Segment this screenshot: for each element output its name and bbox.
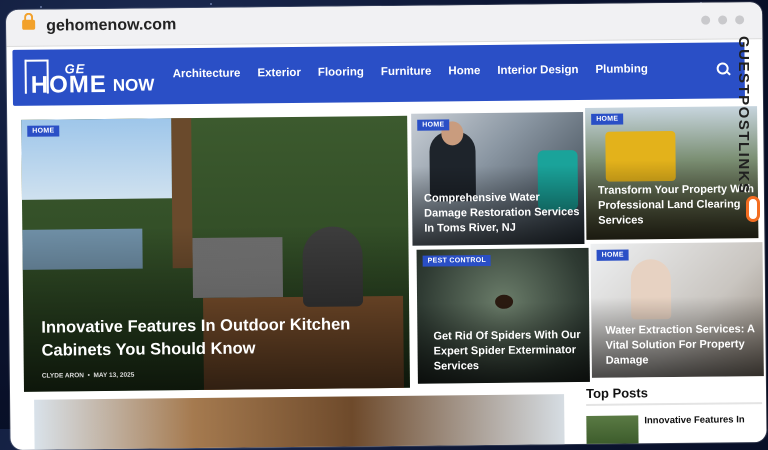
nav-item-interior-design[interactable]: Interior Design xyxy=(497,64,578,77)
nav-item-furniture[interactable]: Furniture xyxy=(381,66,432,79)
watermark-text: GUESTPOSTLINKS xyxy=(735,36,752,195)
window-controls xyxy=(701,15,745,25)
window-dot-icon[interactable] xyxy=(718,15,728,25)
article-author[interactable]: CLYDE ARON xyxy=(42,372,84,379)
browser-window: gehomenow.com GE HOME NOW Architecture E… xyxy=(6,2,767,450)
lock-icon xyxy=(22,19,36,30)
category-badge[interactable]: HOME xyxy=(27,125,60,137)
address-bar[interactable]: gehomenow.com xyxy=(46,16,176,35)
article-title[interactable]: Transform Your Property With Professiona… xyxy=(598,182,756,228)
window-dot-icon[interactable] xyxy=(735,15,745,25)
logo-now-text: NOW xyxy=(112,75,155,95)
category-badge[interactable]: HOME xyxy=(596,249,629,261)
article-card[interactable]: PEST CONTROL Get Rid Of Spiders With Our… xyxy=(416,247,590,384)
top-post-title[interactable]: Innovative Features In xyxy=(644,414,744,426)
browser-toolbar: gehomenow.com xyxy=(6,2,763,47)
divider xyxy=(586,402,763,406)
window-dot-icon[interactable] xyxy=(701,15,711,25)
article-title[interactable]: Comprehensive Water Damage Restoration S… xyxy=(424,190,580,236)
category-badge[interactable]: HOME xyxy=(591,113,624,125)
main-nav: Architecture Exterior Flooring Furniture… xyxy=(173,63,648,80)
featured-article[interactable]: HOME Innovative Features In Outdoor Kitc… xyxy=(21,115,410,392)
nav-item-home[interactable]: Home xyxy=(448,65,480,77)
site-header: GE HOME NOW Architecture Exterior Floori… xyxy=(12,42,745,106)
article-title[interactable]: Innovative Features In Outdoor Kitchen C… xyxy=(41,314,381,362)
nav-item-architecture[interactable]: Architecture xyxy=(173,68,241,81)
top-posts-heading: Top Posts xyxy=(585,385,648,401)
article-date: MAY 13, 2025 xyxy=(93,371,135,380)
watermark-logo-icon xyxy=(746,196,760,222)
nav-item-exterior[interactable]: Exterior xyxy=(257,67,301,79)
article-meta: CLYDE ARON • MAY 13, 2025 xyxy=(41,371,135,380)
article-image[interactable] xyxy=(34,394,565,450)
top-post-thumbnail[interactable] xyxy=(586,415,639,446)
article-card[interactable]: HOME Water Extraction Services: A Vital … xyxy=(590,242,764,378)
nav-item-flooring[interactable]: Flooring xyxy=(318,66,364,78)
category-badge[interactable]: HOME xyxy=(417,119,450,131)
category-badge[interactable]: PEST CONTROL xyxy=(422,254,492,267)
article-card[interactable]: HOME Transform Your Property With Profes… xyxy=(585,106,759,240)
article-title[interactable]: Water Extraction Services: A Vital Solut… xyxy=(605,322,761,368)
logo-home-text: HOME xyxy=(30,70,107,99)
nav-item-plumbing[interactable]: Plumbing xyxy=(595,63,648,76)
article-title[interactable]: Get Rid Of Spiders With Our Expert Spide… xyxy=(433,328,583,374)
search-icon[interactable] xyxy=(716,62,729,75)
article-card[interactable]: HOME Comprehensive Water Damage Restorat… xyxy=(411,111,585,246)
site-logo[interactable]: GE HOME NOW xyxy=(24,58,157,99)
